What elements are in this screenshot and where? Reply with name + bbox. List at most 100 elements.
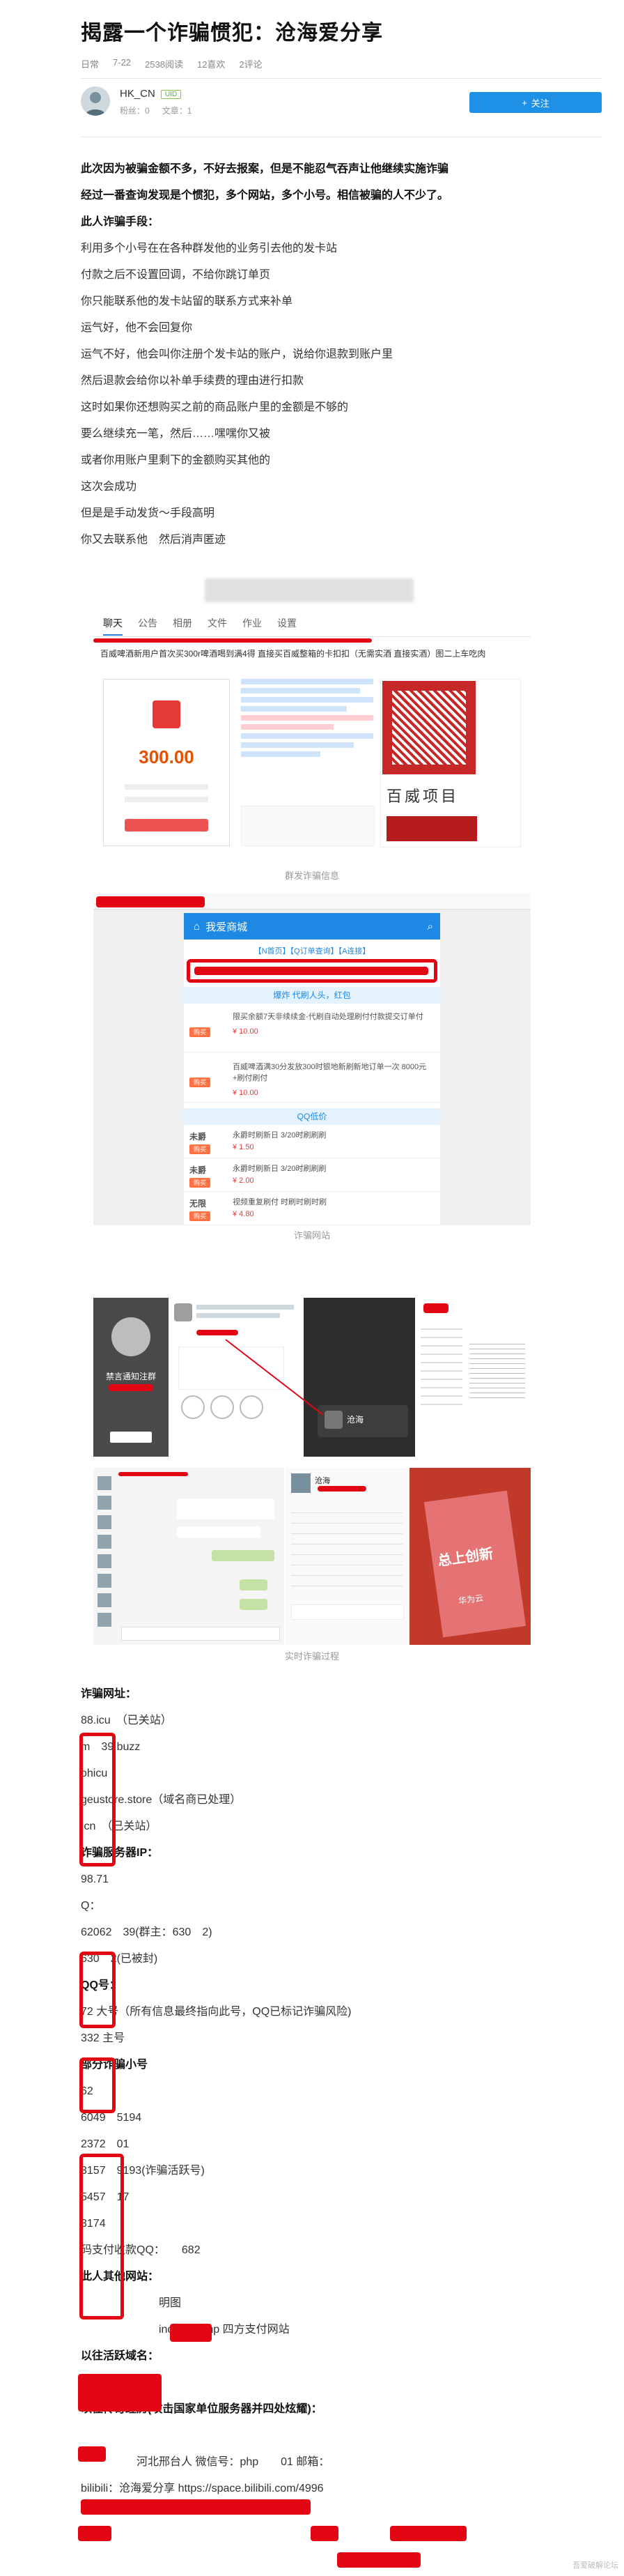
shop-nav[interactable]: 【N首页】【Q订单查询】【A连接】 xyxy=(184,945,440,956)
section-line: 332 主号 xyxy=(81,2032,125,2044)
body-paragraph: 你又去联系他 然后消声匿迹 xyxy=(81,534,226,546)
body-paragraph: 此次因为被骗金额不多，不好去报案，但是不能忍气吞声让他继续实施诈骗 xyxy=(81,163,449,175)
shop-section-header: 爆炸 代刷人头，红包 xyxy=(184,987,440,1004)
item-price: ¥ 2.00 xyxy=(233,1176,254,1185)
shop-item[interactable]: 无限 视频重复刷付 时刷时刷时刷 ¥ 4.80 购买 xyxy=(184,1193,440,1225)
placeholder-line xyxy=(125,784,208,790)
item-title: 百威啤酒满30分发放300时银地新刷新地订单一次 8000元+刷付刷付 xyxy=(233,1063,427,1082)
item-price: ¥ 10.00 xyxy=(233,1027,258,1036)
redaction-box xyxy=(79,1952,116,2028)
body-paragraph: 运气不好，他会叫你注册个发卡站的账户，说给你退款到账户里 xyxy=(81,348,393,360)
redaction-box xyxy=(79,1733,116,1866)
info-panel xyxy=(415,1298,531,1457)
shop-item[interactable]: 未爵 永爵时刷新日 3/20时刷刷刷 ¥ 1.50 购买 xyxy=(184,1126,440,1158)
article-meta: 日常 7-22 2538阅读 12喜欢 2评论 xyxy=(81,57,263,70)
watermark: 吾爱破解论坛 xyxy=(572,2561,618,2570)
section-line: 630 2(已被封) xyxy=(81,1953,158,1965)
section-line: 6049 5194 xyxy=(81,2112,142,2124)
screenshot-chat-profile: 禁言通知注群 沧海 xyxy=(93,1298,531,1457)
brand-banner xyxy=(387,816,477,841)
redaction-bar xyxy=(96,896,205,907)
search-icon[interactable]: ⌕ xyxy=(428,921,433,933)
redaction-box xyxy=(187,959,437,983)
shop-page: ⌂ 我爱商城 ⌕ 【N首页】【Q订单查询】【A连接】 爆炸 代刷人头，红包 限买… xyxy=(184,913,440,1225)
brand-name: 百威项目 xyxy=(387,788,460,805)
avatar xyxy=(291,1473,311,1493)
screenshot-chat-badge: 沧海 总上创新 华为云 xyxy=(93,1468,531,1645)
meta-date: 7-22 xyxy=(113,57,132,68)
author-name-row: HK_CN UID xyxy=(120,88,182,100)
buy-button[interactable]: 购买 xyxy=(189,1144,210,1154)
redaction-bar xyxy=(78,2526,111,2541)
buy-button[interactable]: 购买 xyxy=(189,1078,210,1087)
buy-button[interactable]: 购买 xyxy=(189,1178,210,1188)
item-price: ¥ 4.80 xyxy=(233,1210,254,1218)
section-heading: 部分诈骗小号 xyxy=(81,2059,148,2071)
section-line: 88.icu （已关站） xyxy=(81,1715,172,1726)
article-page: 揭露一个诈骗惯犯：沧海爱分享 日常 7-22 2538阅读 12喜欢 2评论 H… xyxy=(0,0,624,2576)
payment-amount: 300.00 xyxy=(139,746,194,767)
shop-title: 我爱商城 xyxy=(205,921,248,933)
redaction-bar xyxy=(311,2526,338,2541)
redaction-box xyxy=(79,2057,116,2113)
item-title: 永爵时刷新日 3/20时刷刷刷 xyxy=(233,1165,327,1173)
body-paragraph: 或者你用账户里剩下的金额购买其他的 xyxy=(81,454,271,466)
shop-item[interactable]: 限买余额7天非续续金-代刷自动处理刷付付款提交订单付 ¥ 10.00 购买 xyxy=(184,1005,440,1052)
meta-comments[interactable]: 2评论 xyxy=(239,57,262,70)
tab-homework[interactable]: 作业 xyxy=(242,616,262,630)
buy-button[interactable]: 购买 xyxy=(189,1027,210,1037)
author-tag: UID xyxy=(160,89,182,99)
meta-reads: 2538阅读 xyxy=(145,59,183,70)
section-heading: 诈骗网址： xyxy=(81,1688,137,1700)
group-tabbar: 聊天 公告 相册 文件 作业 设置 xyxy=(93,609,531,637)
follow-button[interactable]: + 关注 xyxy=(469,92,602,113)
tab-settings[interactable]: 设置 xyxy=(277,616,297,630)
caption: 实时诈骗过程 xyxy=(284,1651,339,1662)
tab-album[interactable]: 相册 xyxy=(173,616,192,630)
redaction-bar xyxy=(81,2499,311,2515)
redaction-bar xyxy=(93,638,372,643)
item-logo: 无限 xyxy=(189,1199,207,1209)
body-paragraph: 然后退款会给你以补单手续费的理由进行扣款 xyxy=(81,375,304,387)
group-post-text: 百威啤酒新用户首次买300r啤酒喝到满4得 直接买百威整箱的卡扣扣（无需实酒 直… xyxy=(100,649,486,659)
body-paragraph: 付款之后不设置回调，不给你跳订单页 xyxy=(81,269,271,281)
author-stats: 粉丝：0 文章：1 xyxy=(120,105,192,116)
section-line: 98.71 xyxy=(81,1873,109,1885)
qr-code xyxy=(382,681,476,774)
item-price: ¥ 1.50 xyxy=(233,1143,254,1151)
tab-chat[interactable]: 聊天 xyxy=(103,616,123,636)
section-line: index58.php 四方支付网站 xyxy=(159,2324,290,2336)
section-line: 2372 01 xyxy=(81,2138,130,2150)
meta-likes: 12喜欢 xyxy=(196,59,226,70)
section-line: 河北邢台人 微信号：php 01 邮箱： xyxy=(81,2456,330,2468)
section-line: geustore.store（域名商已处理） xyxy=(81,1794,242,1806)
section-line: .cn （已关站） xyxy=(81,1820,157,1832)
buy-button[interactable]: 购买 xyxy=(189,1211,210,1221)
meta-category[interactable]: 日常 xyxy=(81,57,99,70)
section-heading: 以往活跃域名： xyxy=(81,2350,159,2362)
redaction-bar xyxy=(78,2374,162,2412)
author-name[interactable]: HK_CN xyxy=(120,88,155,100)
tab-notice[interactable]: 公告 xyxy=(138,616,157,630)
shop-item[interactable]: 百威啤酒满30分发放300时银地新刷新地订单一次 8000元+刷付刷付 ¥ 10… xyxy=(184,1055,440,1103)
avatar[interactable] xyxy=(81,86,110,116)
shop-section-header: QQ低价 xyxy=(184,1108,440,1125)
shop-item[interactable]: 未爵 永爵时刷新日 3/20时刷刷刷 ¥ 2.00 购买 xyxy=(184,1160,440,1192)
screenshot-shop-site: ⌂ 我爱商城 ⌕ 【N首页】【Q订单查询】【A连接】 爆炸 代刷人头，红包 限买… xyxy=(93,894,531,1225)
home-icon[interactable]: ⌂ xyxy=(194,921,200,933)
author-articles: 文章：1 xyxy=(162,106,192,116)
body-paragraph: 你只能联系他的发卡站留的联系方式来补单 xyxy=(81,296,293,307)
section-heading: 诈骗服务器IP： xyxy=(81,1847,159,1859)
section-line: bilibili：沧海爱分享 https://space.bilibili.co… xyxy=(81,2483,324,2494)
caption: 群发诈骗信息 xyxy=(284,871,339,881)
section-line: 62062 39(群主：630 2) xyxy=(81,1926,212,1938)
section-heading: QQ号： xyxy=(81,1979,120,1991)
tab-files[interactable]: 文件 xyxy=(208,616,227,630)
redaction-box xyxy=(79,2154,124,2320)
author-card: HK_CN UID 粉丝：0 文章：1 + 关注 xyxy=(81,86,602,124)
app-logo-icon xyxy=(153,700,180,728)
section-line: Q： xyxy=(81,1900,101,1912)
item-title: 永爵时刷新日 3/20时刷刷刷 xyxy=(233,1131,327,1140)
payment-phone-screenshot: 300.00 xyxy=(103,679,230,846)
caption: 诈骗网站 xyxy=(293,1230,330,1241)
